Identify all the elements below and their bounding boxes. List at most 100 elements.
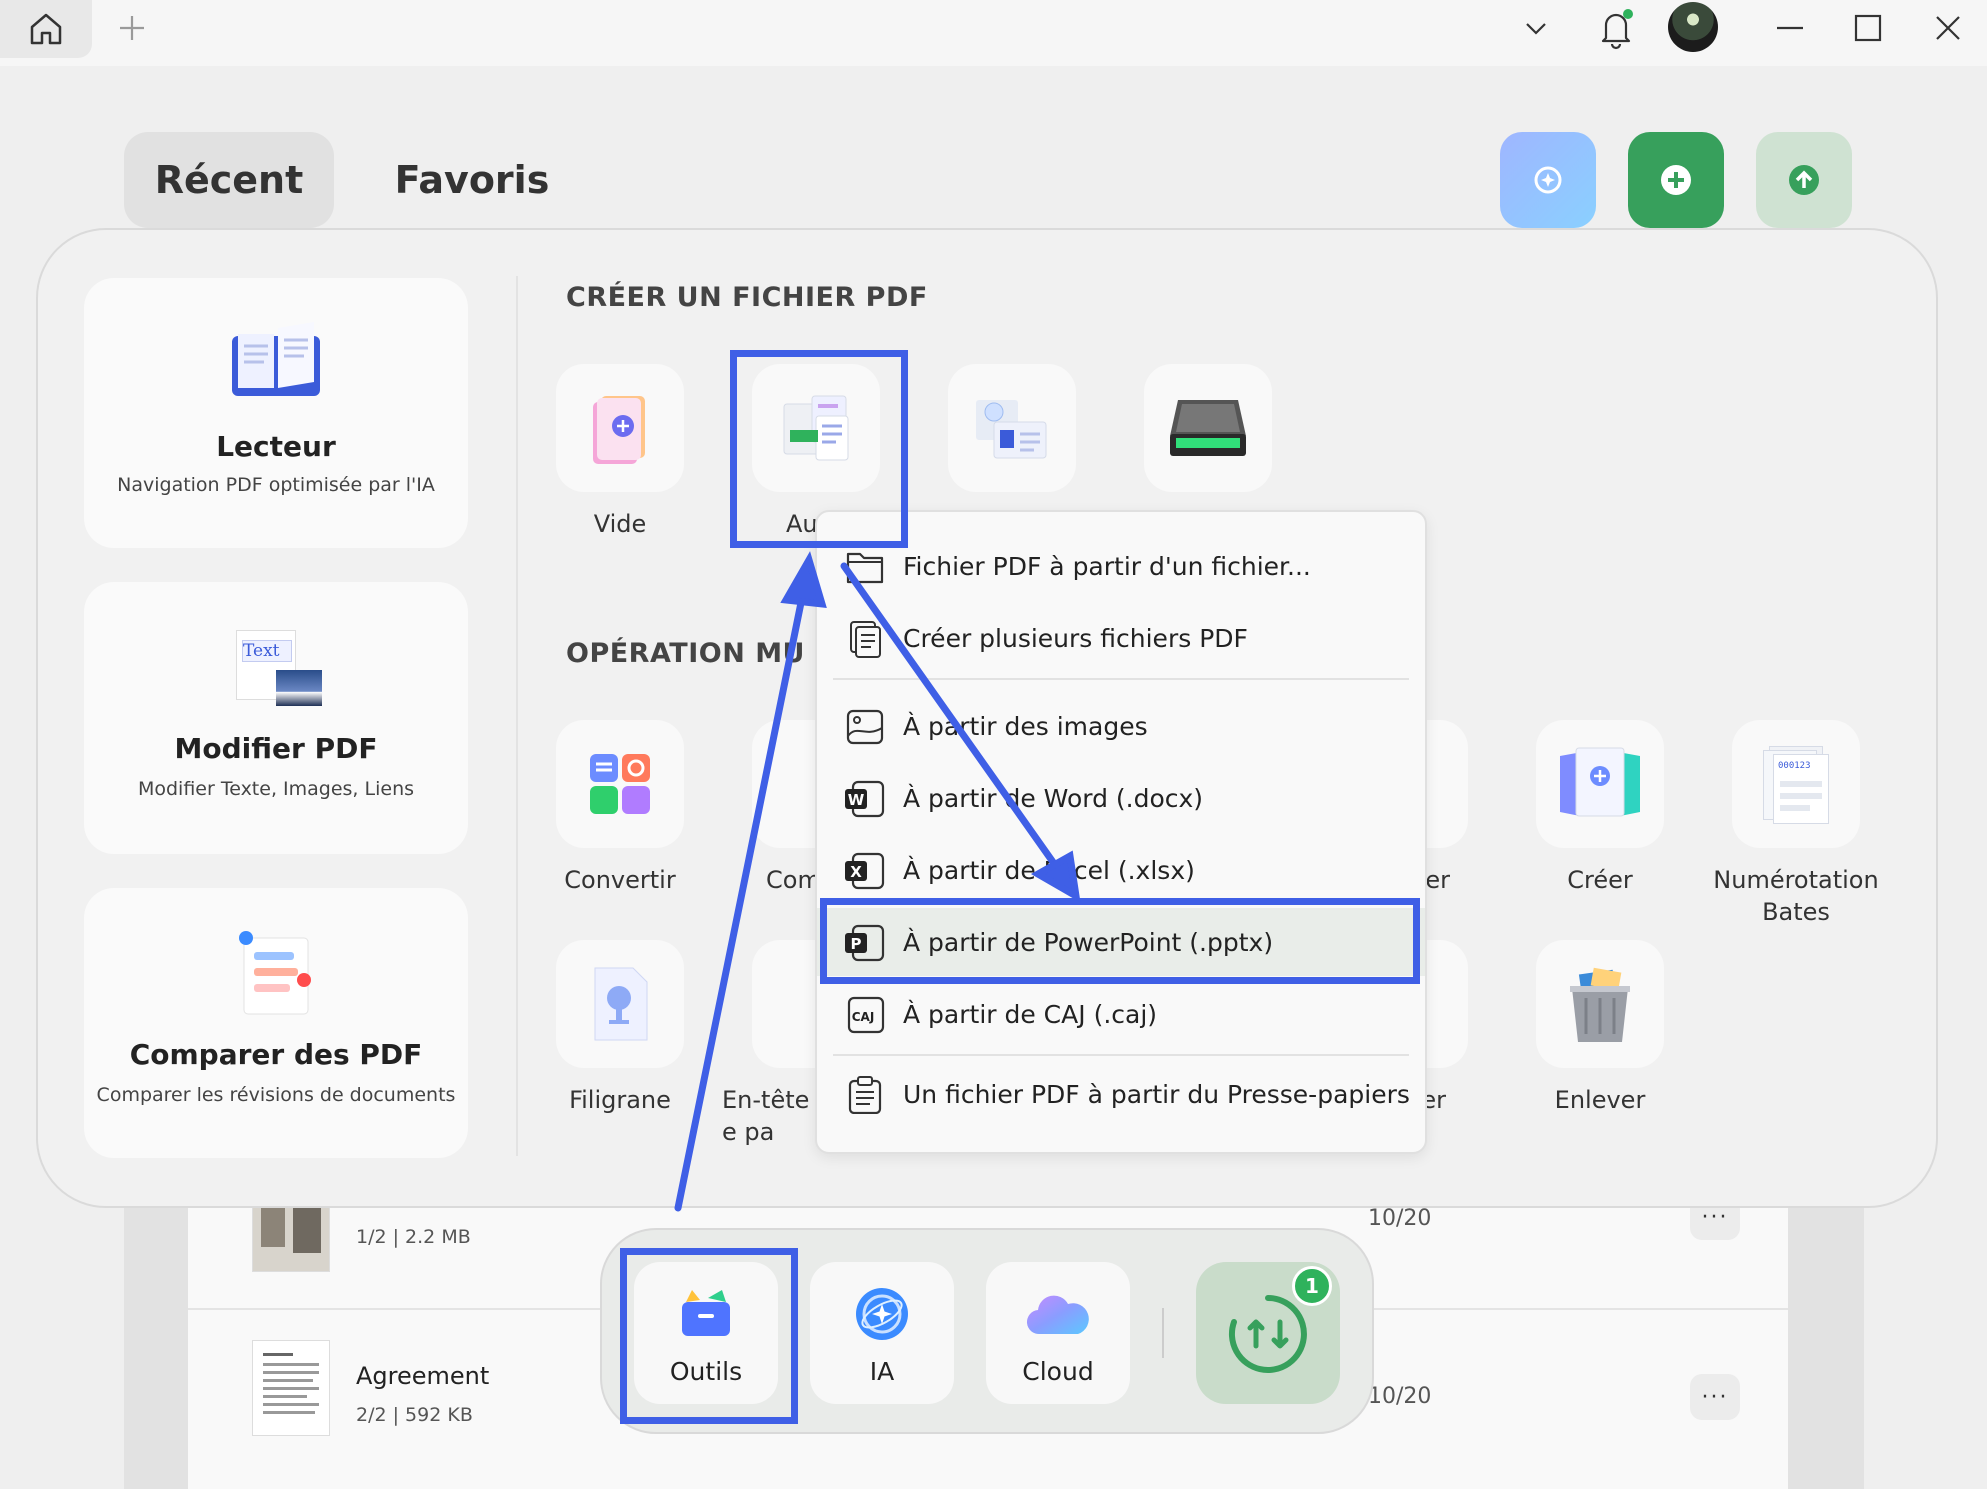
maximize-icon: [1854, 14, 1882, 42]
ai-sparkle-icon: [1534, 166, 1562, 194]
tile-label: Convertir: [564, 866, 676, 894]
file-date: 10/20: [1368, 1384, 1432, 1409]
tile-label: Créer: [1567, 866, 1633, 894]
file-more-button[interactable]: ···: [1690, 1374, 1740, 1420]
upload-button[interactable]: [1756, 132, 1852, 228]
remove-tile[interactable]: [1536, 940, 1664, 1068]
minimize-button[interactable]: [1774, 12, 1806, 44]
scan-id-tile[interactable]: [948, 364, 1076, 492]
book-icon: [232, 322, 320, 396]
menu-separator: [833, 1054, 1409, 1056]
bates-numbering-tile[interactable]: 000123: [1732, 720, 1860, 848]
home-tab[interactable]: [0, 0, 92, 58]
reader-card[interactable]: Lecteur Navigation PDF optimisée par l'I…: [84, 278, 468, 548]
dock-ai-button[interactable]: IA: [810, 1262, 954, 1404]
edit-text-icon: Text: [236, 630, 324, 710]
bates-icon: 000123: [1757, 744, 1835, 824]
menu-item-from-images[interactable]: À partir des images: [817, 692, 1425, 760]
clipboard-icon: [848, 1076, 882, 1114]
folder-icon: [846, 552, 884, 584]
tab-favorites[interactable]: Favoris: [372, 132, 572, 228]
word-letter: W: [848, 791, 865, 809]
word-icon: W: [845, 780, 885, 818]
batch-create-tile[interactable]: [1536, 720, 1664, 848]
caj-letters: CAJ: [852, 1010, 875, 1024]
card-subtitle: Comparer les révisions de documents: [96, 1084, 456, 1106]
file-thumbnail[interactable]: [252, 1340, 330, 1436]
blank-pdf-tile[interactable]: [556, 364, 684, 492]
card-subtitle: Modifier Texte, Images, Liens: [137, 778, 415, 800]
edit-pdf-card[interactable]: Text Modifier PDF Modifier Texte, Images…: [84, 582, 468, 854]
tab-recent[interactable]: Récent: [124, 132, 334, 228]
menu-item-from-clipboard[interactable]: Un fichier PDF à partir du Presse-papier…: [817, 1060, 1425, 1128]
compare-doc-icon: [239, 931, 311, 1015]
blank-page-icon: [593, 396, 645, 464]
plus-circle-icon: [1661, 165, 1691, 195]
excel-letter: X: [850, 863, 862, 881]
tile-label: Vide: [593, 510, 647, 538]
menu-item-label: Un fichier PDF à partir du Presse-papier…: [903, 1079, 1410, 1109]
card-title: Lecteur: [216, 430, 336, 463]
highlight-tools-button: [620, 1248, 798, 1424]
convert-icon: [590, 754, 650, 814]
card-title: Comparer des PDF: [129, 1038, 423, 1071]
multi-file-icon: [850, 621, 881, 658]
create-pages-icon: [1560, 747, 1640, 817]
close-icon: [1936, 16, 1960, 40]
file-name[interactable]: Agreement: [356, 1362, 489, 1390]
notifications-button[interactable]: [1596, 4, 1636, 52]
tile-label: Enlever: [1554, 1086, 1646, 1114]
file-meta: 1/2 | 2.2 MB: [356, 1226, 471, 1248]
title-bar: [0, 0, 1987, 66]
ai-assistant-button[interactable]: [1500, 132, 1596, 228]
chevron-down-icon: [1526, 23, 1546, 35]
tile-label: Filigrane: [569, 1086, 671, 1114]
panel-divider: [516, 276, 518, 1156]
dock-separator: [1162, 1308, 1164, 1358]
watermark-tile[interactable]: [556, 940, 684, 1068]
menu-separator: [833, 678, 1409, 680]
bell-icon: [1601, 9, 1633, 50]
highlight-powerpoint-item: [820, 898, 1420, 984]
card-subtitle: Navigation PDF optimisée par l'IA: [117, 474, 435, 496]
compare-pdf-card[interactable]: Comparer des PDF Comparer les révisions …: [84, 888, 468, 1158]
menu-item-from-word[interactable]: W À partir de Word (.docx): [817, 764, 1425, 832]
menu-item-from-excel[interactable]: X À partir de Excel (.xlsx): [817, 836, 1425, 904]
image-icon: [846, 709, 884, 745]
cloud-icon: [1026, 1295, 1089, 1335]
file-meta: 2/2 | 592 KB: [356, 1404, 473, 1426]
user-avatar[interactable]: [1668, 2, 1718, 52]
convert-tile[interactable]: [556, 720, 684, 848]
close-button[interactable]: [1932, 12, 1964, 44]
minimize-icon: [1777, 26, 1803, 30]
tab-list-button[interactable]: [1520, 12, 1552, 44]
menu-item-multiple-pdf[interactable]: Créer plusieurs fichiers PDF: [817, 604, 1425, 672]
menu-item-label: Fichier PDF à partir d'un fichier...: [903, 551, 1311, 581]
create-section-title: CRÉER UN FICHIER PDF: [566, 282, 928, 313]
scanner-icon: [1170, 400, 1246, 456]
menu-item-label: À partir de Word (.docx): [903, 783, 1204, 813]
create-button[interactable]: [1628, 132, 1724, 228]
tile-label: Numérotation Bates: [1713, 866, 1879, 926]
dock-label: IA: [869, 1357, 895, 1386]
dock-cloud-button[interactable]: Cloud: [986, 1262, 1130, 1404]
sync-icon: [1229, 1295, 1307, 1373]
menu-item-label: À partir des images: [903, 711, 1148, 741]
upload-circle-icon: [1789, 165, 1819, 195]
menu-item-from-caj[interactable]: CAJ À partir de CAJ (.caj): [817, 980, 1425, 1048]
dock-label: Cloud: [1022, 1357, 1094, 1386]
home-icon: [30, 13, 62, 45]
menu-item-from-file[interactable]: Fichier PDF à partir d'un fichier...: [817, 532, 1425, 600]
file-date: 10/20: [1368, 1206, 1432, 1231]
tile-label: En-tête e pa: [722, 1086, 810, 1146]
plus-icon: [120, 16, 144, 40]
bates-sample-number: 000123: [1778, 761, 1811, 771]
ai-orb-icon: [856, 1288, 908, 1340]
maximize-button[interactable]: [1852, 12, 1884, 44]
new-tab-button[interactable]: [114, 10, 150, 46]
batch-section-title: OPÉRATION MU: [566, 638, 805, 669]
scanner-tile[interactable]: [1144, 364, 1272, 492]
card-title: Modifier PDF: [174, 732, 378, 765]
id-card-icon: [976, 400, 1047, 459]
menu-item-label: À partir de Excel (.xlsx): [903, 855, 1195, 885]
